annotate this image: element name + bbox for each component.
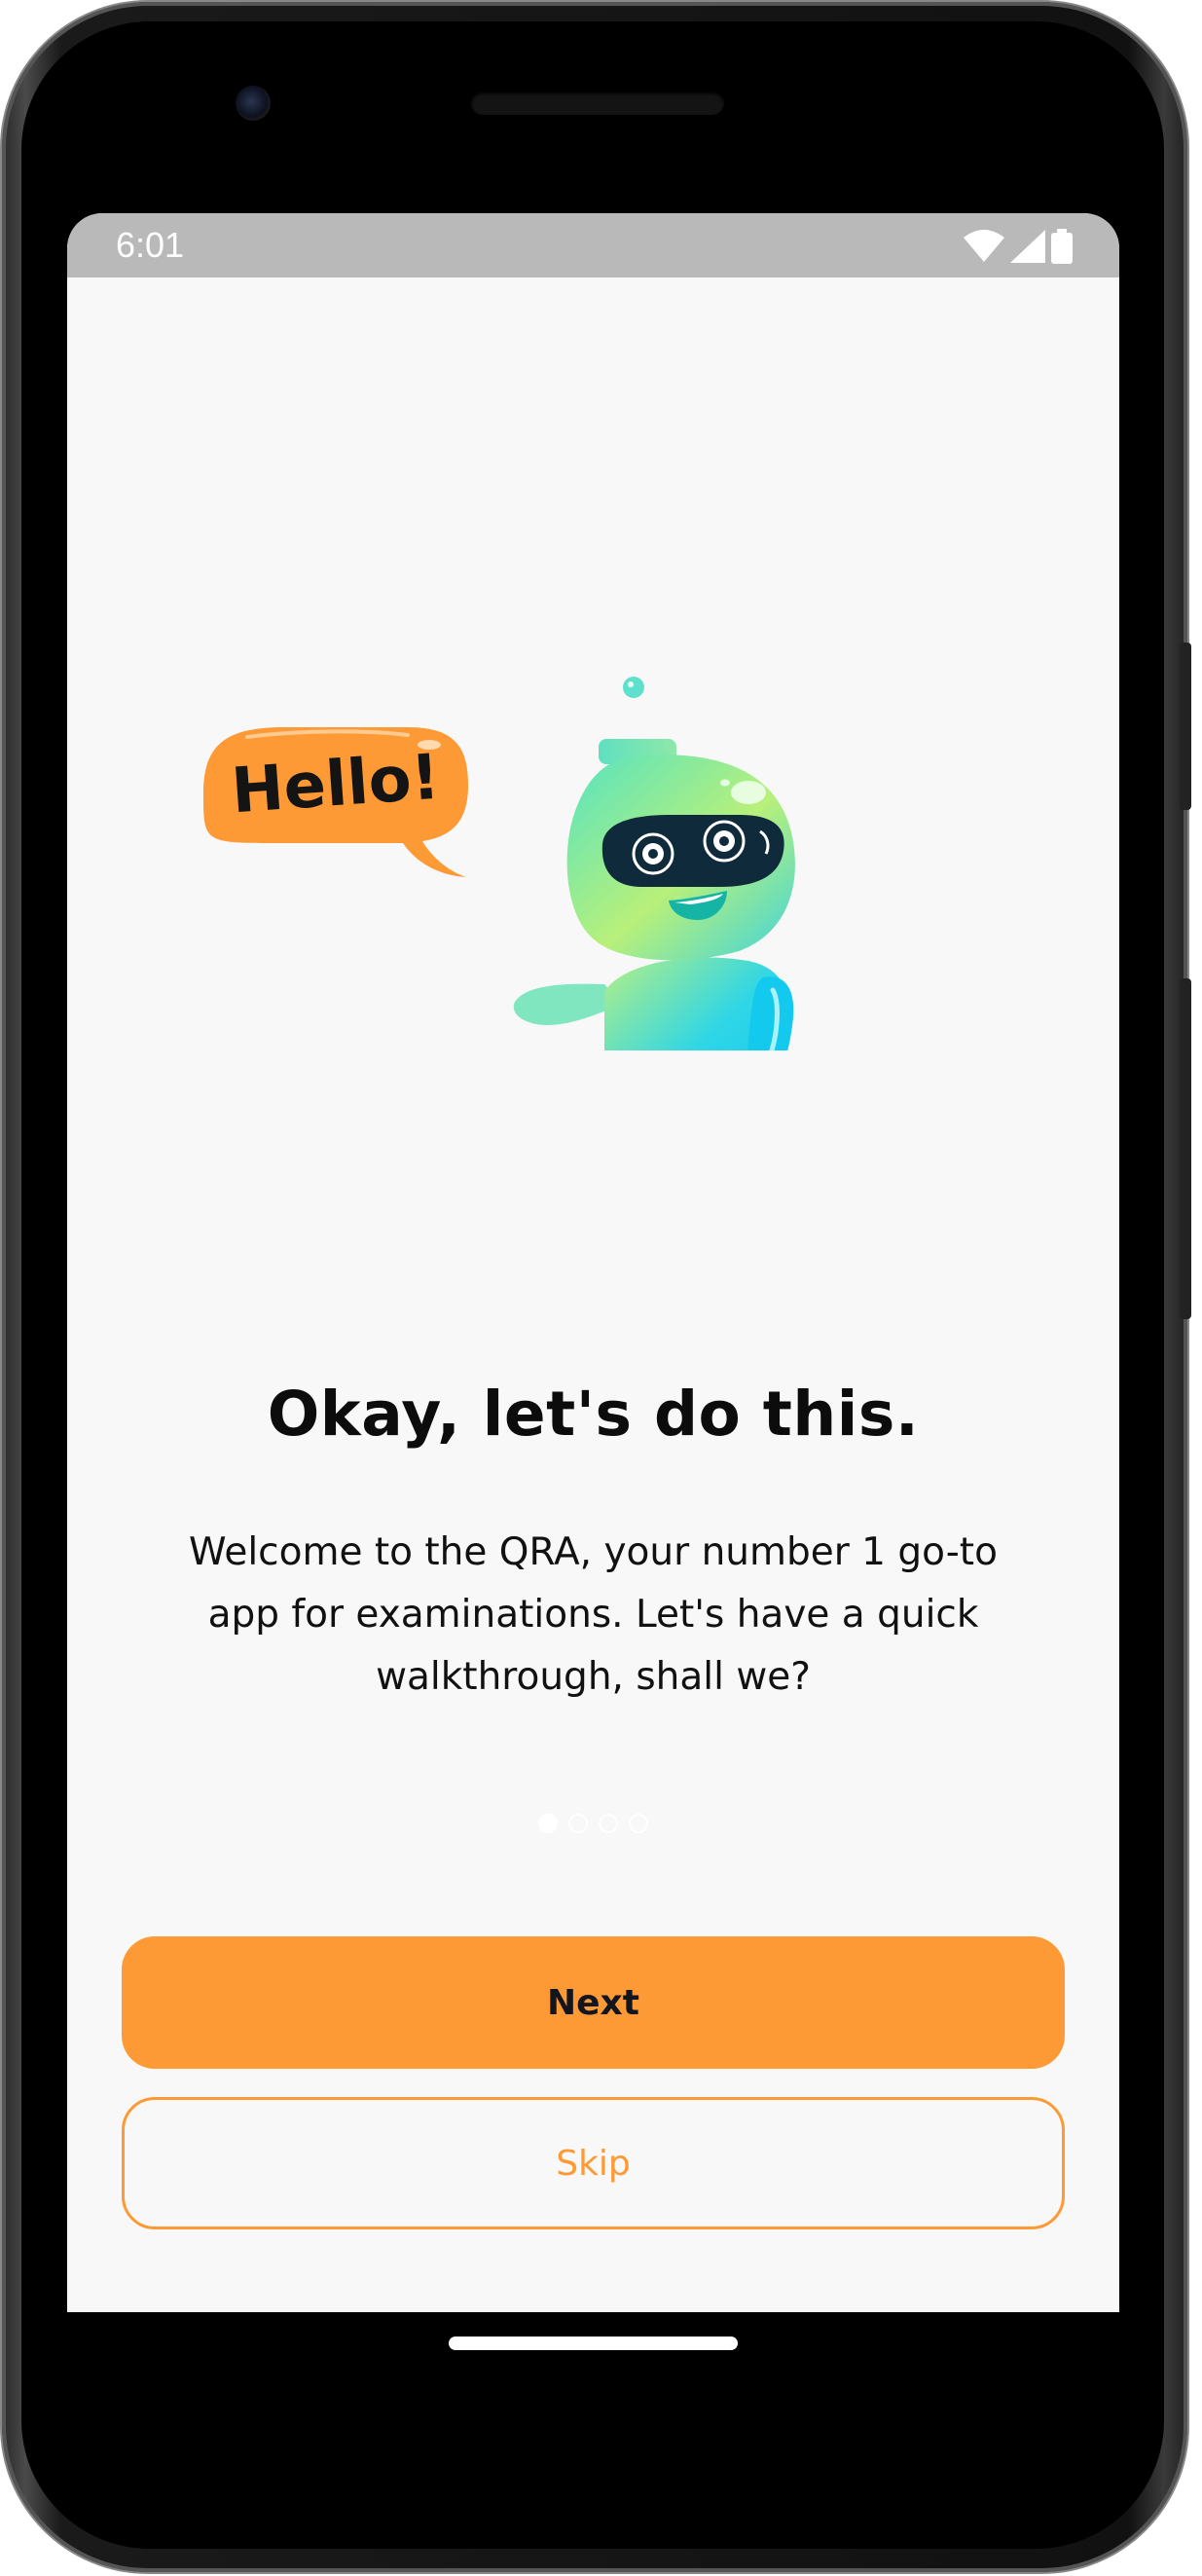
home-indicator[interactable] — [449, 2337, 738, 2350]
page-indicator — [67, 1814, 1119, 1833]
next-button[interactable]: Next — [122, 1936, 1065, 2069]
onboarding-description: Welcome to the QRA, your number 1 go-to … — [155, 1522, 1032, 1709]
onboarding-title: Okay, let's do this. — [267, 1379, 920, 1450]
status-time: 6:01 — [116, 225, 185, 265]
speech-bubble-text: Hello! — [229, 742, 442, 828]
robot-antenna — [623, 677, 644, 698]
status-icons — [964, 229, 1073, 264]
robot-visor — [601, 815, 784, 887]
page-dot-2[interactable] — [568, 1814, 588, 1833]
cellular-signal-icon — [1010, 230, 1045, 263]
front-camera — [236, 86, 271, 121]
phone-device: 6:01 Hello! Okay, let's do this. Welcome… — [0, 0, 1202, 2576]
volume-button — [1180, 978, 1191, 1319]
skip-button[interactable]: Skip — [122, 2097, 1065, 2229]
page-dot-4[interactable] — [629, 1814, 648, 1833]
app-screen: 6:01 Hello! Okay, let's do this. Welcome… — [67, 213, 1119, 2312]
speech-bubble: Hello! — [203, 727, 468, 877]
description-line-1: Welcome to the QRA, your number 1 go-to — [189, 1530, 998, 1574]
earpiece-speaker — [471, 92, 724, 115]
page-dot-1[interactable] — [538, 1814, 558, 1833]
hello-robot-illustration: Hello! — [203, 677, 795, 1050]
description-line-3: walkthrough, shall we? — [376, 1655, 811, 1699]
power-button — [1180, 643, 1191, 810]
status-bar: 6:01 — [67, 213, 1119, 277]
description-line-2: app for examinations. Let's have a quick — [207, 1593, 979, 1637]
battery-icon — [1051, 229, 1073, 264]
page-dot-3[interactable] — [599, 1814, 618, 1833]
wifi-icon — [964, 230, 1004, 262]
